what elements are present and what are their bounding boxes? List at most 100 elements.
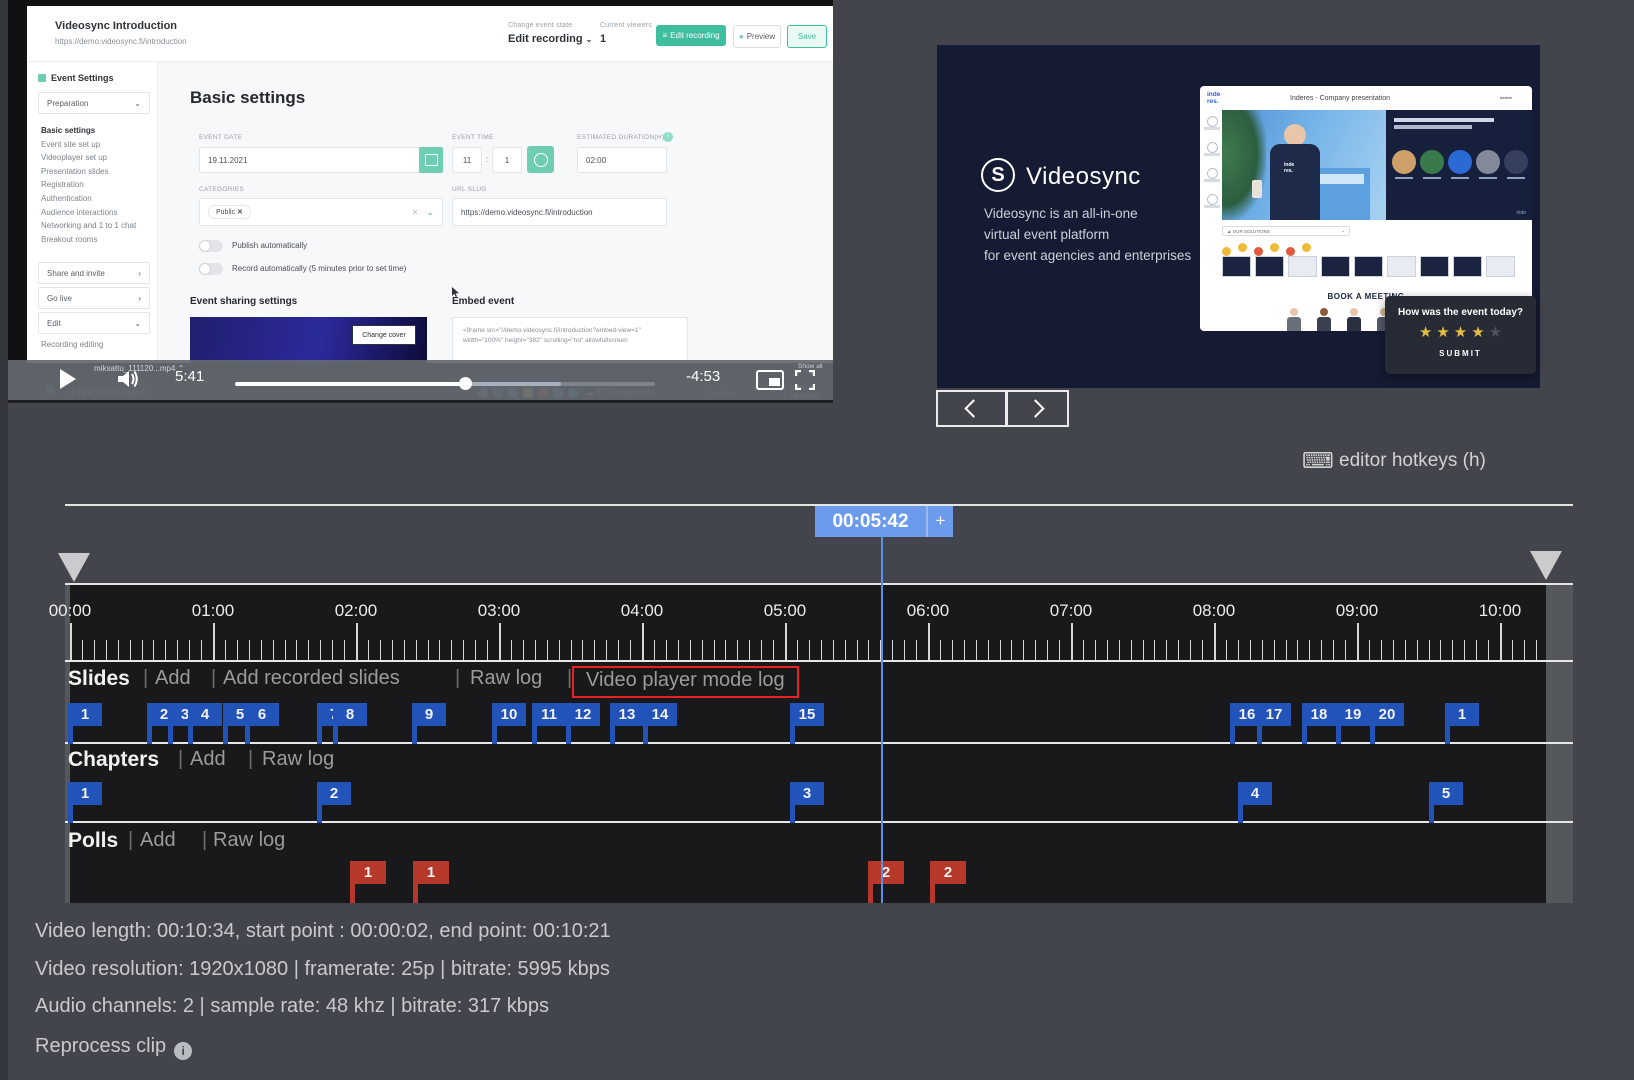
- star-5[interactable]: ★: [1489, 324, 1502, 341]
- prev-slide-button[interactable]: [936, 390, 1007, 427]
- sidebar-item-go-live[interactable]: Go live›: [38, 287, 150, 309]
- track-button-add[interactable]: Add: [190, 748, 226, 771]
- chapters-marker[interactable]: 3: [790, 782, 824, 805]
- chapters-marker[interactable]: 4: [1238, 782, 1272, 805]
- track-button-raw-log[interactable]: Raw log: [213, 829, 285, 852]
- url-slug-field[interactable]: https://demo.videosync.fi/introduction: [452, 198, 667, 226]
- sidebar-item-registration[interactable]: Registration: [41, 180, 84, 189]
- slide-thumbnail[interactable]: [1486, 256, 1515, 277]
- calendar-icon[interactable]: [419, 147, 443, 173]
- change-cover-button[interactable]: Change cover: [352, 325, 416, 345]
- star-4[interactable]: ★: [1471, 324, 1484, 341]
- sidebar-item-networking-and-1-to-1-chat[interactable]: Networking and 1 to 1 chat: [41, 221, 136, 230]
- slide-thumbnail[interactable]: [1222, 256, 1251, 277]
- trim-end-handle[interactable]: [1530, 551, 1562, 580]
- play-button[interactable]: [60, 369, 76, 389]
- preview-button[interactable]: ●Preview: [733, 25, 781, 48]
- sidebar-item-recording-editing[interactable]: Recording editing: [41, 340, 103, 349]
- track-button-add[interactable]: Add: [140, 829, 176, 852]
- categories-field[interactable]: Public ✕ ✕ ⌄: [199, 198, 443, 226]
- volume-icon[interactable]: [116, 368, 140, 395]
- slides-marker[interactable]: 1: [68, 703, 102, 726]
- sidebar-item-preparation[interactable]: Preparation⌄: [38, 92, 150, 114]
- polls-marker[interactable]: 1: [350, 861, 386, 884]
- track-button-raw-log[interactable]: Raw log: [262, 748, 334, 771]
- sidebar-item-edit[interactable]: Edit⌄: [38, 312, 150, 334]
- event-time-minute-field[interactable]: 1: [492, 147, 522, 173]
- change-state-select[interactable]: Edit recording ⌄: [508, 33, 592, 45]
- sidebar-item-authentication[interactable]: Authentication: [41, 194, 92, 203]
- publish-toggle[interactable]: [199, 240, 223, 252]
- sidebar-item-basic-settings[interactable]: Basic settings: [41, 126, 95, 135]
- video-player[interactable]: Videosync Introduction https://demo.vide…: [8, 0, 833, 403]
- slides-marker[interactable]: 20: [1370, 703, 1404, 726]
- slides-marker[interactable]: 1: [1445, 703, 1479, 726]
- slides-marker[interactable]: 10: [492, 703, 526, 726]
- kebab-menu-icon[interactable]: ⋮: [829, 26, 833, 39]
- sidebar-item-videoplayer-set-up[interactable]: Videoplayer set up: [41, 153, 107, 162]
- reaction-emoji[interactable]: [1222, 247, 1231, 256]
- slides-marker[interactable]: 8: [333, 703, 367, 726]
- track-button-add-recorded-slides[interactable]: Add recorded slides: [223, 667, 400, 690]
- slide-thumbnail[interactable]: [1387, 256, 1416, 277]
- sidebar-item-breakout-rooms[interactable]: Breakout rooms: [41, 235, 97, 244]
- sidebar-item-presentation-slides[interactable]: Presentation slides: [41, 167, 109, 176]
- embed-code-box[interactable]: <iframe src="//demo.videosync.fi/introdu…: [452, 317, 688, 363]
- slides-marker[interactable]: 6: [245, 703, 279, 726]
- slides-marker[interactable]: 9: [412, 703, 446, 726]
- reaction-emoji[interactable]: [1238, 243, 1247, 252]
- slides-marker[interactable]: 15: [790, 703, 824, 726]
- reaction-emoji[interactable]: [1286, 247, 1295, 256]
- sidebar-item-event-site-set-up[interactable]: Event site set up: [41, 140, 100, 149]
- slide-thumbnail[interactable]: [1255, 256, 1284, 277]
- polls-marker[interactable]: 1: [413, 861, 449, 884]
- save-button[interactable]: Save: [787, 25, 827, 48]
- sidebar-item-share-invite[interactable]: Share and invite›: [38, 262, 150, 284]
- edit-recording-button[interactable]: ≡Edit recording: [656, 25, 726, 46]
- trim-start-handle[interactable]: [58, 553, 90, 582]
- slide-thumbnail[interactable]: [1288, 256, 1317, 277]
- sidebar-item-audience-interactions[interactable]: Audience interactions: [41, 208, 118, 217]
- polls-marker[interactable]: 2: [930, 861, 966, 884]
- feedback-submit-button[interactable]: SUBMIT: [1385, 349, 1536, 358]
- chapters-marker[interactable]: 1: [68, 782, 102, 805]
- star-2[interactable]: ★: [1436, 324, 1449, 341]
- star-rating[interactable]: ★★★★★: [1385, 324, 1536, 342]
- star-3[interactable]: ★: [1454, 324, 1467, 341]
- star-1[interactable]: ★: [1419, 324, 1432, 341]
- slides-marker[interactable]: 13: [610, 703, 644, 726]
- reprocess-clip-link[interactable]: Reprocess clipi: [35, 1035, 192, 1060]
- duration-field[interactable]: 02:00: [577, 147, 667, 173]
- editor-hotkeys-toggle[interactable]: ⌨ editor hotkeys (h): [1302, 448, 1486, 474]
- reaction-emoji[interactable]: [1270, 243, 1279, 252]
- track-button-add[interactable]: Add: [155, 667, 191, 690]
- add-marker-button[interactable]: +: [926, 506, 953, 537]
- slides-marker[interactable]: 12: [566, 703, 600, 726]
- slides-marker[interactable]: 19: [1336, 703, 1370, 726]
- next-slide-button[interactable]: [1006, 390, 1069, 427]
- slide-thumbnail[interactable]: [1420, 256, 1449, 277]
- track-button-raw-log[interactable]: Raw log: [470, 667, 542, 690]
- slides-marker[interactable]: 11: [532, 703, 566, 726]
- event-date-field[interactable]: 19.11.2021: [199, 147, 443, 173]
- pip-icon[interactable]: [756, 370, 784, 390]
- chapters-marker[interactable]: 2: [317, 782, 351, 805]
- playhead-line[interactable]: [881, 537, 883, 903]
- slides-marker[interactable]: 14: [643, 703, 677, 726]
- slide-thumbnail[interactable]: [1354, 256, 1383, 277]
- track-button-video-player-mode-log[interactable]: Video player mode log: [572, 666, 799, 698]
- polls-marker[interactable]: 2: [868, 861, 904, 884]
- fullscreen-icon[interactable]: [795, 370, 815, 395]
- reaction-emoji[interactable]: [1254, 247, 1263, 256]
- slides-marker[interactable]: 18: [1302, 703, 1336, 726]
- slide-thumbnail[interactable]: [1453, 256, 1482, 277]
- slide-thumbnail[interactable]: [1321, 256, 1350, 277]
- seek-knob[interactable]: [459, 377, 472, 390]
- clock-icon[interactable]: [527, 146, 554, 173]
- record-toggle[interactable]: [199, 263, 223, 275]
- chapters-marker[interactable]: 5: [1429, 782, 1463, 805]
- slides-marker[interactable]: 4: [188, 703, 222, 726]
- event-time-hour-field[interactable]: 11: [452, 147, 482, 173]
- slides-marker[interactable]: 17: [1257, 703, 1291, 726]
- reaction-emoji[interactable]: [1302, 243, 1311, 252]
